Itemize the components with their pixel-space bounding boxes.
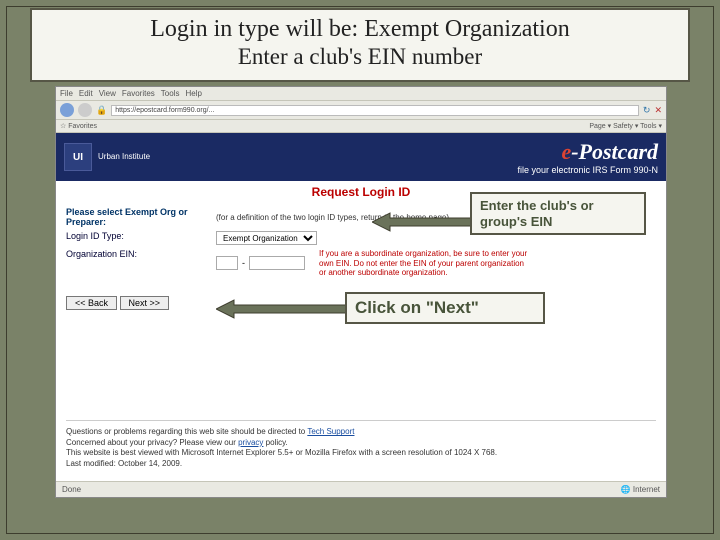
callout-enter-ein: Enter the club's or group's EIN [470,192,646,235]
page-footer: Questions or problems regarding this web… [66,420,656,469]
site-banner: UI Urban Institute e-Postcard file your … [56,133,666,181]
ein-warning: If you are a subordinate organization, b… [319,249,529,278]
menu-tools[interactable]: Tools [161,89,180,98]
slide-title-line1: Login in type will be: Exempt Organizati… [44,16,676,44]
browser-toolbar: ☆ Favorites Page ▾ Safety ▾ Tools ▾ [56,120,666,133]
login-type-select[interactable]: Exempt Organization [216,231,317,245]
ein-label: Organization EIN: [66,249,216,278]
internet-icon: 🌐 [621,485,633,494]
next-button[interactable]: Next >> [120,296,170,310]
arrow-to-ein [372,210,472,234]
urban-institute-logo: UI [64,143,92,171]
lock-icon: 🔒 [96,105,107,116]
brand-e: e [561,139,571,164]
refresh-icon[interactable]: ↻ [643,105,651,116]
prompt-label: Please select Exempt Org or Preparer: [66,207,216,227]
slide-title-box: Login in type will be: Exempt Organizati… [30,8,690,82]
menu-edit[interactable]: Edit [79,89,93,98]
status-right: 🌐 Internet [621,485,660,494]
epostcard-brand: e-Postcard [517,139,658,165]
footer-line1a: Questions or problems regarding this web… [66,427,307,436]
footer-line4: Last modified: October 14, 2009. [66,459,656,469]
menu-help[interactable]: Help [185,89,201,98]
back-button[interactable]: << Back [66,296,117,310]
browser-menu-bar: File Edit View Favorites Tools Help [56,87,666,101]
address-input[interactable]: https://epostcard.form990.org/... [111,105,639,116]
stop-icon[interactable]: ✕ [654,105,662,116]
ein-prefix-input[interactable] [216,256,238,270]
tech-support-link[interactable]: Tech Support [307,427,354,436]
footer-line2a: Concerned about your privacy? Please vie… [66,438,238,447]
status-left: Done [62,485,81,494]
login-type-label: Login ID Type: [66,231,216,245]
callout-click-next: Click on "Next" [345,292,545,324]
menu-file[interactable]: File [60,89,73,98]
back-icon[interactable] [60,103,74,117]
slide-title-line2: Enter a club's EIN number [44,44,676,70]
address-bar-row: 🔒 https://epostcard.form990.org/... ↻ ✕ [56,101,666,120]
footer-line3: This website is best viewed with Microso… [66,448,656,458]
menu-view[interactable]: View [99,89,116,98]
browser-status-bar: Done 🌐 Internet [56,481,666,497]
brand-subtitle: file your electronic IRS Form 990-N [517,165,658,175]
toolbar-right[interactable]: Page ▾ Safety ▾ Tools ▾ [589,122,662,130]
urban-institute-name: Urban Institute [98,153,150,161]
brand-rest: -Postcard [571,139,658,164]
favorites-icon[interactable]: ☆ Favorites [60,122,97,130]
menu-favorites[interactable]: Favorites [122,89,155,98]
ein-main-input[interactable] [249,256,305,270]
forward-icon[interactable] [78,103,92,117]
privacy-link[interactable]: privacy [238,438,263,447]
arrow-to-next [216,298,348,320]
footer-line2b: policy. [263,438,287,447]
